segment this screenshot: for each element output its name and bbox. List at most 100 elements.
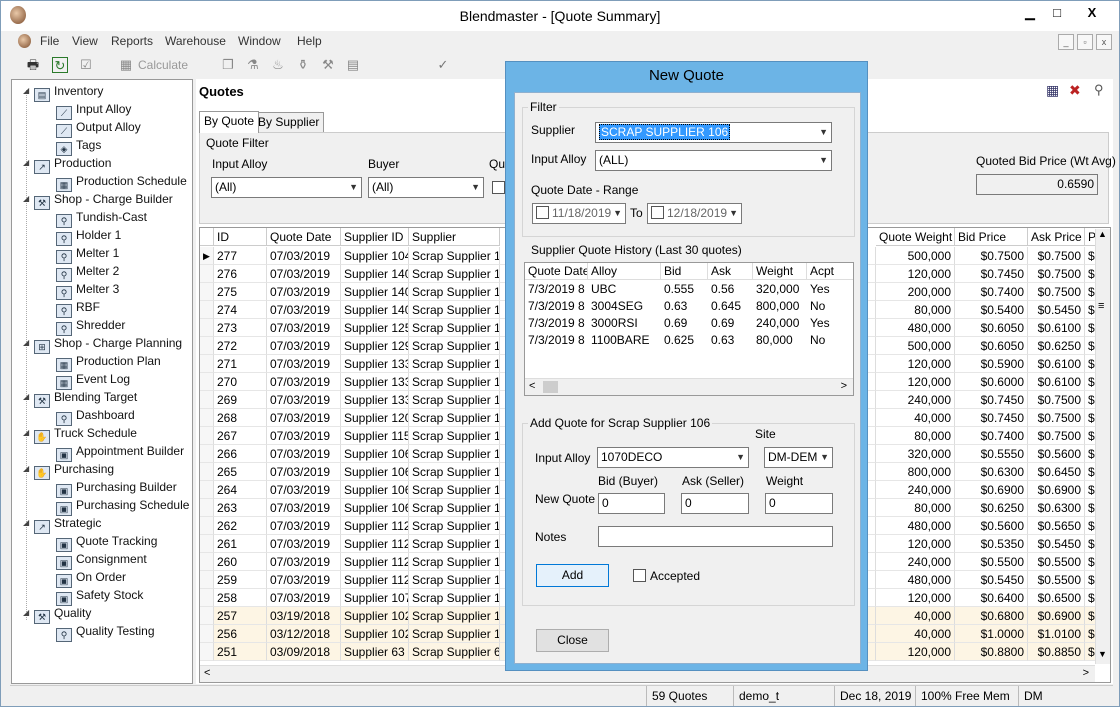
grid-cell[interactable]: Supplier 125	[341, 319, 409, 337]
row-selector[interactable]	[200, 427, 214, 445]
grid-cell[interactable]: Supplier 140	[341, 265, 409, 283]
grid-cell[interactable]: $0.7500	[1028, 427, 1085, 445]
grid-cell[interactable]: $0.5650	[1028, 517, 1085, 535]
grid-cell[interactable]: 500,000	[876, 337, 955, 355]
column-header[interactable]: Supplier ID	[341, 228, 409, 246]
grid-cell[interactable]: 480,000	[876, 571, 955, 589]
tree-item[interactable]: ▦ Event Log	[56, 370, 130, 390]
history-cell[interactable]: 320,000	[753, 281, 807, 298]
grid-cell[interactable]: 03/09/2018	[267, 643, 341, 661]
maximize-button[interactable]: □	[1042, 3, 1072, 23]
scroll-thumb-icon[interactable]: ≡	[1098, 300, 1104, 312]
grid-cell[interactable]: 261	[214, 535, 267, 553]
grid-cell[interactable]: 80,000	[876, 301, 955, 319]
weight-field[interactable]: 0	[765, 493, 833, 514]
row-selector[interactable]	[200, 283, 214, 301]
grid-cell[interactable]: $0.6900	[1028, 481, 1085, 499]
grid-cell[interactable]: Supplier 129	[341, 337, 409, 355]
column-header[interactable]: Quote Date	[267, 228, 341, 246]
tab-by-quote[interactable]: By Quote	[199, 111, 260, 133]
ladle-icon[interactable]: ♨	[270, 57, 286, 73]
grid-cell[interactable]: 120,000	[876, 589, 955, 607]
tree-item[interactable]: ⚲ RBF	[56, 298, 100, 318]
grid-cell[interactable]: Supplier 112	[341, 571, 409, 589]
grid-cell[interactable]: 259	[214, 571, 267, 589]
grid-cell[interactable]: Supplier 107	[341, 589, 409, 607]
grid-cell[interactable]: 267	[214, 427, 267, 445]
grid-cell[interactable]: Scrap Supplier 104	[409, 247, 500, 265]
grid-cell[interactable]: $0.6900	[955, 481, 1028, 499]
add-input-alloy-select[interactable]: 1070DECO ▼	[597, 447, 749, 468]
grid-cell[interactable]: Scrap Supplier 133	[409, 355, 500, 373]
scroll-down-icon[interactable]: ▼	[1098, 649, 1107, 659]
history-cell[interactable]: UBC	[588, 281, 661, 298]
grid-cell[interactable]: 80,000	[876, 499, 955, 517]
tree-item[interactable]: ✋ Truck Schedule	[34, 424, 137, 444]
grid-cell[interactable]: $0.7450	[955, 409, 1028, 427]
tree-item[interactable]: ⚲ Tundish-Cast	[56, 208, 147, 228]
grid-cell[interactable]: 07/03/2019	[267, 427, 341, 445]
flask-icon[interactable]: ⚱	[295, 57, 311, 73]
notes-field[interactable]	[598, 526, 833, 547]
grid-cell[interactable]: $0.7400	[955, 283, 1028, 301]
grid-cell[interactable]: $0.7450	[955, 391, 1028, 409]
grid-cell[interactable]: 07/03/2019	[267, 553, 341, 571]
supplier-select[interactable]: SCRAP SUPPLIER 106 ▼	[595, 122, 832, 143]
mdi-restore-button[interactable]: ▫	[1077, 34, 1093, 50]
grid-cell[interactable]: 07/03/2019	[267, 337, 341, 355]
grid-cell[interactable]: 40,000	[876, 607, 955, 625]
grid-cell[interactable]: 07/03/2019	[267, 373, 341, 391]
grid-cell[interactable]: Supplier 104	[341, 247, 409, 265]
grid-cell[interactable]: Supplier 120	[341, 409, 409, 427]
tree-item[interactable]: ▣ Safety Stock	[56, 586, 143, 606]
grid-cell[interactable]: 07/03/2019	[267, 463, 341, 481]
grid-cell[interactable]: $0.7500	[1028, 265, 1085, 283]
tree-item[interactable]: ⚲ Shredder	[56, 316, 125, 336]
row-selector[interactable]	[200, 571, 214, 589]
history-cell[interactable]: 7/3/2019 8	[525, 298, 588, 315]
scroll-right-icon[interactable]: >	[841, 380, 847, 392]
history-cell[interactable]: 7/3/2019 8	[525, 315, 588, 332]
grid-cell[interactable]: 262	[214, 517, 267, 535]
expand-toggle-icon[interactable]: ◢	[23, 334, 31, 352]
delete-grid-icon[interactable]: ✖	[1069, 82, 1081, 99]
grid-cell[interactable]: Supplier 106	[341, 463, 409, 481]
grid-cell[interactable]: 265	[214, 463, 267, 481]
tree-item[interactable]: ↗ Production	[34, 154, 111, 174]
row-selector[interactable]	[200, 553, 214, 571]
grid-cell[interactable]: 07/03/2019	[267, 445, 341, 463]
mdi-minimize-button[interactable]: _	[1058, 34, 1074, 50]
grid-cell[interactable]: 240,000	[876, 553, 955, 571]
grid-cell[interactable]: Supplier 112	[341, 517, 409, 535]
grid-cell[interactable]: Scrap Supplier 112	[409, 517, 500, 535]
grid-cell[interactable]: $1.0000	[955, 625, 1028, 643]
grid-cell[interactable]: 274	[214, 301, 267, 319]
grid-cell[interactable]: Supplier 133	[341, 391, 409, 409]
grid-cell[interactable]: Scrap Supplier 63	[409, 643, 500, 661]
row-selector[interactable]	[200, 355, 214, 373]
row-selector[interactable]	[200, 607, 214, 625]
grid-cell[interactable]: $0.5500	[1028, 553, 1085, 571]
grid-cell[interactable]: 500,000	[876, 247, 955, 265]
scroll-up-icon[interactable]: ▲	[1098, 229, 1107, 239]
grid-cell[interactable]: Scrap Supplier 106	[409, 481, 500, 499]
menu-reports[interactable]: Reports	[111, 34, 153, 48]
grid-cell[interactable]: 276	[214, 265, 267, 283]
tree-item[interactable]: ▦ Production Plan	[56, 352, 161, 372]
grid-cell[interactable]: Supplier 106	[341, 481, 409, 499]
history-cell[interactable]: 0.555	[661, 281, 708, 298]
grid-cell[interactable]: $0.6900	[1028, 607, 1085, 625]
grid-cell[interactable]: 120,000	[876, 643, 955, 661]
grid-cell[interactable]: Scrap Supplier 129	[409, 337, 500, 355]
tree-item[interactable]: ⚲ Melter 3	[56, 280, 119, 300]
expand-toggle-icon[interactable]: ◢	[23, 460, 31, 478]
grid-cell[interactable]: $0.5600	[1028, 445, 1085, 463]
grid-cell[interactable]: 272	[214, 337, 267, 355]
grid-cell[interactable]: 800,000	[876, 463, 955, 481]
grid-cell[interactable]: $0.7450	[955, 265, 1028, 283]
history-cell[interactable]: 0.645	[708, 298, 753, 315]
grid-cell[interactable]: 120,000	[876, 373, 955, 391]
history-cell[interactable]: 1100BARE	[588, 332, 661, 349]
column-header[interactable]: Bid Price	[955, 228, 1028, 246]
grid-cell[interactable]: Scrap Supplier 133	[409, 391, 500, 409]
